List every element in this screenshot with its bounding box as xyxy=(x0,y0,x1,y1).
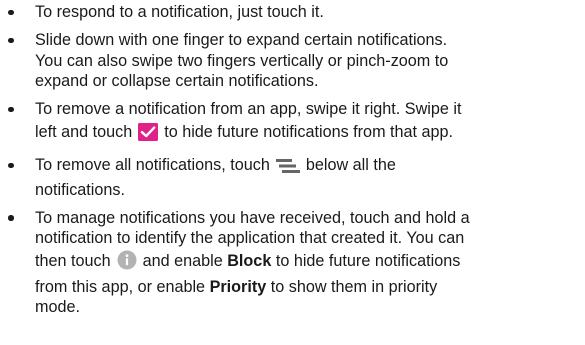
text-line: To remove a notification from an app, sw… xyxy=(35,100,462,118)
text-line: mode. xyxy=(35,298,80,316)
list-item: To manage notifications you have receive… xyxy=(0,208,585,318)
text-line: Slide down with one finger to expand cer… xyxy=(35,31,448,49)
text-line: You can also swipe two fingers verticall… xyxy=(35,51,449,70)
list-item: To remove all notifications, touch below … xyxy=(0,155,585,200)
document-page: To respond to a notification, just touch… xyxy=(0,0,585,345)
clear-all-icon xyxy=(275,158,300,180)
bold-term-priority: Priority xyxy=(209,277,267,296)
text-line: To respond to a notification, just touch… xyxy=(35,3,324,21)
text-line: left and touch to hide future notificatio… xyxy=(35,120,581,148)
bullet-dot xyxy=(8,106,14,112)
text-segment: from this app, or enable xyxy=(35,277,206,296)
text-segment: To remove all notifications, touch xyxy=(35,156,270,174)
list-item: To remove a notification from an app, sw… xyxy=(0,99,585,148)
text-line: To remove all notifications, touch below … xyxy=(35,155,581,180)
bold-term-block: Block xyxy=(227,251,272,270)
checkmark-box-icon xyxy=(138,122,159,148)
list-item: Slide down with one finger to expand cer… xyxy=(0,30,585,92)
text-line: then touch and enable Block to hide futur… xyxy=(35,249,581,277)
text-line: expand or collapse certain notifications… xyxy=(35,72,319,90)
text-segment: left and touch xyxy=(35,122,133,141)
bullet-dot xyxy=(8,37,14,43)
bullet-dot xyxy=(8,9,14,15)
text-line: from this app, or enable Priority to sho… xyxy=(35,277,581,298)
info-circle-icon xyxy=(117,250,137,277)
bullet-dot xyxy=(8,162,14,168)
text-segment: to hide future notifications xyxy=(275,251,461,270)
notification-tips-list: To respond to a notification, just touch… xyxy=(0,2,585,318)
text-line: notification to identify the application… xyxy=(35,229,465,247)
text-line: To manage notifications you have receive… xyxy=(35,208,470,227)
bullet-dot xyxy=(8,215,14,221)
text-segment: below all the xyxy=(305,156,396,174)
list-item: To respond to a notification, just touch… xyxy=(0,2,585,23)
text-segment: then touch xyxy=(35,251,111,270)
text-segment: and enable xyxy=(142,251,223,270)
text-line: notifications. xyxy=(35,180,125,199)
text-segment: to show them in priority xyxy=(270,277,438,296)
text-segment: to hide future notifications from that a… xyxy=(164,122,454,141)
